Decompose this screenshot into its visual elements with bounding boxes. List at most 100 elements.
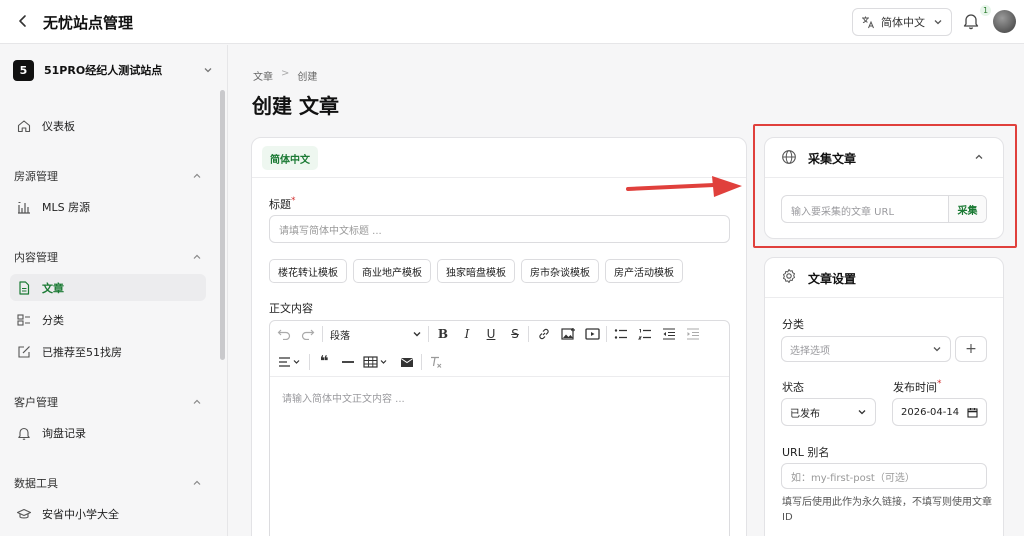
align-menu-icon[interactable] xyxy=(277,353,303,371)
indent-icon[interactable] xyxy=(684,325,702,343)
publish-time-label-text: 发布时间 xyxy=(893,381,937,394)
sidebar-item-mls[interactable]: MLS 房源 xyxy=(10,193,206,220)
bullet-list-icon[interactable] xyxy=(612,325,630,343)
sidebar-item-categories[interactable]: 分类 xyxy=(10,306,206,333)
underline-icon[interactable]: U xyxy=(482,325,500,343)
sidebar-item-recommended[interactable]: 已推荐至51找房 xyxy=(10,338,206,365)
status-select[interactable]: 已发布 xyxy=(781,398,876,426)
title-input[interactable]: 请填写简体中文标题 ... xyxy=(269,215,730,243)
outdent-icon[interactable] xyxy=(660,325,678,343)
sidebar-scrollbar[interactable] xyxy=(220,90,225,360)
status-value: 已发布 xyxy=(790,408,820,420)
gear-icon xyxy=(783,269,795,283)
sidebar-group-label: 客户管理 xyxy=(14,396,58,409)
slug-input[interactable]: 如：my-first-post（可选） xyxy=(781,463,987,489)
publish-time-label: 发布时间* xyxy=(893,379,942,395)
sidebar-group-customer[interactable]: 客户管理 xyxy=(14,394,202,410)
redo-icon[interactable] xyxy=(299,325,317,343)
body-placeholder: 请输入简体中文正文内容 ... xyxy=(282,394,405,405)
breadcrumb: 文章 > 创建 xyxy=(253,68,317,83)
notification-badge: 1 xyxy=(980,5,991,16)
title-placeholder: 请填写简体中文标题 ... xyxy=(279,225,382,237)
category-icon xyxy=(17,313,30,326)
sidebar-item-label: 分类 xyxy=(42,313,64,327)
required-mark: * xyxy=(937,379,942,389)
external-edit-icon xyxy=(18,345,30,358)
sidebar-group-content[interactable]: 内容管理 xyxy=(14,249,202,265)
category-placeholder: 选择选项 xyxy=(790,345,830,357)
image-icon[interactable] xyxy=(559,325,577,343)
bold-icon[interactable]: B xyxy=(434,325,452,343)
sidebar-item-articles[interactable]: 文章 xyxy=(10,274,206,301)
template-button-presale[interactable]: 楼花转让模板 xyxy=(269,259,347,283)
sidebar-item-label: MLS 房源 xyxy=(42,200,91,214)
link-icon[interactable] xyxy=(535,325,553,343)
slug-label: URL 别名 xyxy=(782,446,830,459)
page-title: 创建 文章 xyxy=(252,94,339,118)
site-badge: 5 xyxy=(13,59,34,81)
sidebar-group-label: 内容管理 xyxy=(14,251,58,264)
sidebar-item-schools[interactable]: 安省中小学大全 xyxy=(10,500,206,527)
translate-icon xyxy=(862,16,874,29)
toolbar-separator xyxy=(322,326,323,342)
chevron-down-icon xyxy=(204,68,212,73)
numbered-list-icon[interactable] xyxy=(636,325,654,343)
undo-icon[interactable] xyxy=(275,325,293,343)
settings-panel-title: 文章设置 xyxy=(808,272,857,286)
toolbar-separator xyxy=(606,326,607,342)
tab-simplified-chinese[interactable]: 简体中文 xyxy=(262,146,318,170)
calendar-icon[interactable] xyxy=(967,407,978,418)
building-chart-icon xyxy=(18,201,30,214)
chevron-up-icon xyxy=(193,480,201,485)
breadcrumb-parent[interactable]: 文章 xyxy=(253,68,273,83)
email-icon[interactable] xyxy=(398,353,416,371)
add-category-button[interactable]: + xyxy=(955,336,987,362)
category-select[interactable]: 选择选项 xyxy=(781,336,951,362)
template-button-exclusive[interactable]: 独家暗盘模板 xyxy=(437,259,515,283)
toolbar-separator xyxy=(421,354,422,370)
italic-icon[interactable]: I xyxy=(458,325,476,343)
sidebar-item-dashboard[interactable]: 仪表板 xyxy=(10,112,206,139)
site-name: 51PRO经纪人测试站点 xyxy=(44,64,163,77)
language-switcher[interactable]: 简体中文 xyxy=(852,8,952,36)
bell-icon xyxy=(18,427,30,440)
table-menu-icon[interactable] xyxy=(363,353,391,371)
sidebar-group-property[interactable]: 房源管理 xyxy=(14,168,202,184)
back-button[interactable] xyxy=(12,10,34,32)
site-switcher[interactable]: 5 51PRO经纪人测试站点 xyxy=(13,58,213,82)
quote-icon[interactable]: ❝ xyxy=(315,352,333,370)
video-icon[interactable] xyxy=(583,325,601,343)
body-label: 正文内容 xyxy=(269,302,313,315)
sidebar-item-inquiries[interactable]: 询盘记录 xyxy=(10,419,206,446)
clear-format-icon[interactable] xyxy=(427,353,445,371)
breadcrumb-current: 创建 xyxy=(297,72,318,83)
category-label: 分类 xyxy=(782,318,804,331)
slug-placeholder: 如：my-first-post（可选） xyxy=(791,472,915,484)
sidebar-item-label: 已推荐至51找房 xyxy=(42,345,122,359)
avatar[interactable] xyxy=(993,10,1016,33)
toolbar-separator xyxy=(528,326,529,342)
horizontal-rule-icon[interactable] xyxy=(339,353,357,371)
template-button-market-talk[interactable]: 房市杂谈模板 xyxy=(521,259,599,283)
chevron-down-icon xyxy=(933,347,941,352)
editor-toolbar-divider xyxy=(270,376,729,377)
publish-date-value: 2026-04-14 xyxy=(901,406,960,418)
paragraph-format-select[interactable]: 段落 xyxy=(330,325,422,343)
title-label-text: 标题 xyxy=(269,198,291,211)
template-button-event[interactable]: 房产活动模板 xyxy=(605,259,683,283)
annotation-arrow-icon xyxy=(626,176,742,197)
publish-date-input[interactable]: 2026-04-14 xyxy=(892,398,987,426)
notifications-button[interactable] xyxy=(961,11,981,31)
sidebar-item-label: 文章 xyxy=(42,281,64,295)
chevron-left-icon xyxy=(19,15,26,27)
slug-help-text: 填写后使用此作为永久链接，不填写则使用文章 ID xyxy=(782,497,992,523)
strikethrough-icon[interactable]: S xyxy=(506,325,524,343)
chevron-up-icon xyxy=(193,254,201,259)
chevron-down-icon xyxy=(413,332,421,337)
toolbar-separator xyxy=(309,354,310,370)
toolbar-separator xyxy=(428,326,429,342)
template-button-commercial[interactable]: 商业地产模板 xyxy=(353,259,431,283)
sidebar-group-data[interactable]: 数据工具 xyxy=(14,475,202,491)
home-icon xyxy=(17,119,31,132)
chevron-down-icon xyxy=(934,20,942,25)
